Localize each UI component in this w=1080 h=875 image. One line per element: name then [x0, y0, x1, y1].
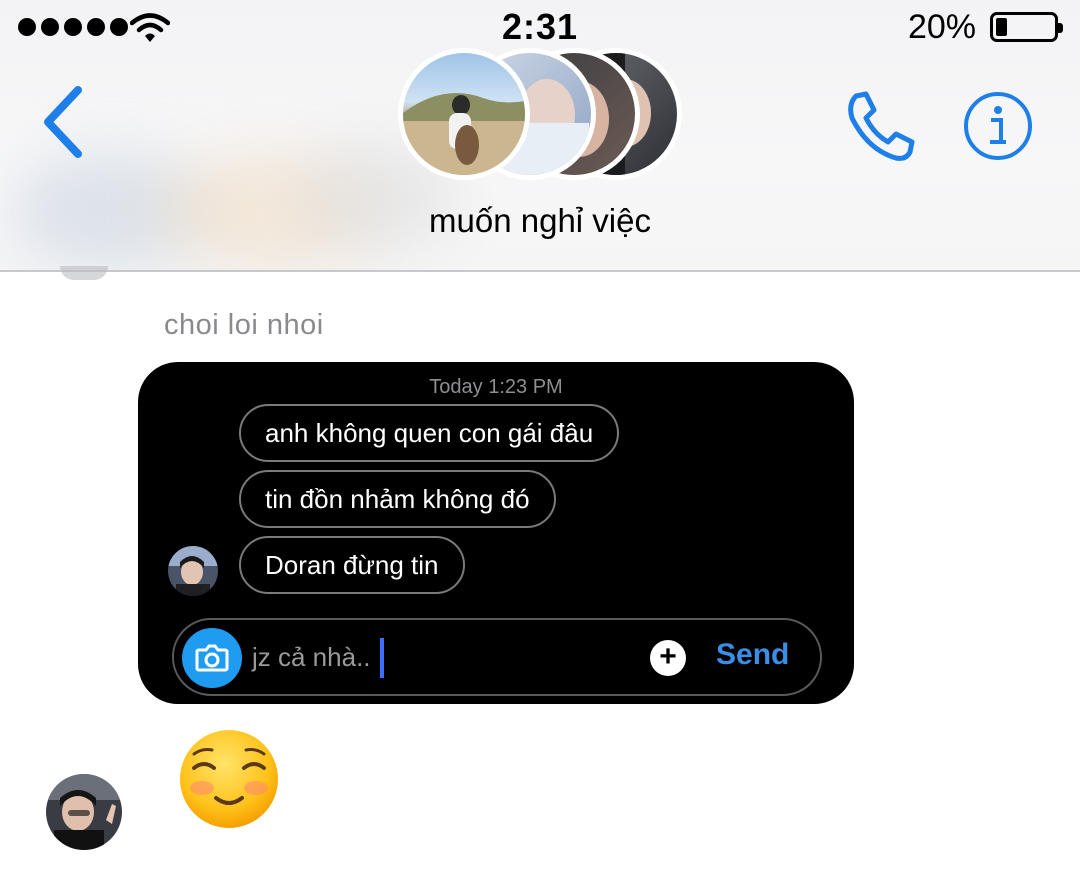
- camera-button[interactable]: [182, 628, 242, 688]
- group-avatars[interactable]: [398, 48, 688, 180]
- sender-avatar[interactable]: [46, 774, 122, 850]
- info-icon: [964, 92, 1032, 160]
- conversation-header: 2:31 20% muốn nghỉ việc: [0, 0, 1080, 272]
- conversation-title[interactable]: muốn nghỉ việc: [0, 202, 1080, 240]
- message-timestamp: Today 1:23 PM: [429, 376, 563, 398]
- message-bubble: anh không quen con gái đâu: [239, 404, 620, 462]
- member-avatar: [398, 48, 530, 180]
- conversation-info-button[interactable]: [962, 90, 1034, 162]
- shared-screenshot-card[interactable]: Today 1:23 PM anh không quen con gái đâu…: [138, 362, 854, 704]
- smiling-face-emoji: [180, 730, 278, 828]
- sender-avatar: [168, 546, 218, 596]
- message-composer: jz cả nhà.. + Send: [172, 618, 822, 696]
- chevron-left-icon: [44, 86, 82, 158]
- sender-name: choi loi nhoi: [164, 309, 324, 341]
- message-input[interactable]: jz cả nhà..: [252, 642, 371, 673]
- message-bubble: tin đồn nhảm không đó: [239, 470, 556, 528]
- back-button[interactable]: [36, 80, 96, 164]
- message-bubble: Doran đừng tin: [239, 536, 465, 594]
- camera-icon: [195, 644, 229, 672]
- battery-percentage: 20%: [907, 8, 976, 46]
- add-attachment-button[interactable]: +: [650, 640, 686, 676]
- phone-icon: [848, 91, 915, 161]
- battery-icon: [990, 12, 1063, 42]
- previous-avatar: [60, 266, 108, 280]
- send-button[interactable]: Send: [716, 638, 789, 672]
- call-button[interactable]: [840, 88, 920, 164]
- text-cursor: [380, 638, 384, 678]
